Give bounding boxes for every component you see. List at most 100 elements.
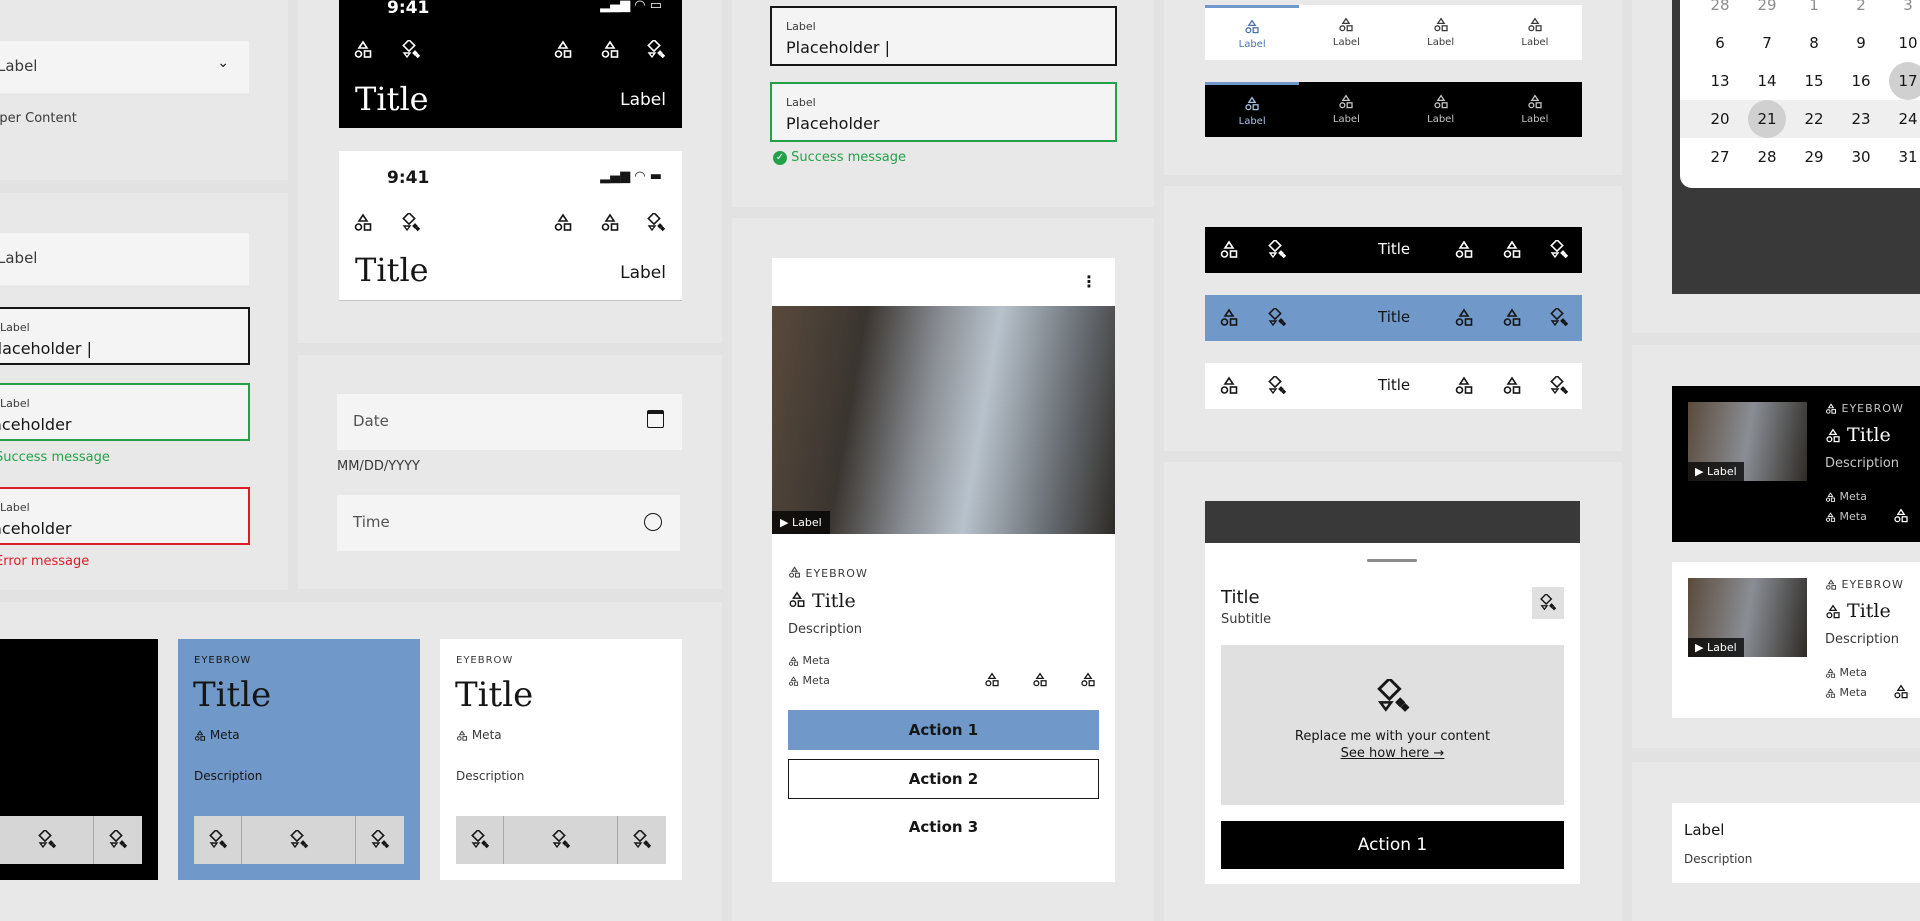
action-1-button[interactable]: Action 1 (788, 710, 1099, 750)
calendar-day[interactable]: 30 (1842, 138, 1880, 176)
shapes-icon[interactable] (353, 40, 373, 60)
list-item-light[interactable]: ▶ Label EYEBROW Title Description Meta M… (1672, 562, 1920, 718)
sheet-action-button[interactable]: Action 1 (1221, 821, 1564, 869)
white-tile[interactable]: EYEBROW Title Meta Description (440, 639, 682, 880)
calendar-day[interactable]: 2 (1842, 0, 1880, 24)
calendar-icon[interactable] (647, 410, 664, 428)
diamond-shapes-icon[interactable] (1549, 308, 1569, 328)
diamond-shapes-icon[interactable] (401, 40, 421, 60)
active-input[interactable]: Label Placeholder | (0, 307, 250, 365)
shapes-icon[interactable] (1454, 240, 1474, 260)
diamond-shapes-icon[interactable] (1549, 240, 1569, 260)
shapes-icon[interactable] (553, 40, 573, 60)
calendar-day[interactable]: 20 (1701, 100, 1739, 138)
shapes-icon[interactable] (600, 213, 620, 233)
media-label-tag[interactable]: ▶ Label (1688, 638, 1744, 657)
tile-action-3[interactable] (618, 816, 666, 864)
shapes-icon[interactable] (1219, 240, 1239, 260)
shapes-icon[interactable] (353, 213, 373, 233)
calendar-day[interactable]: 22 (1795, 100, 1833, 138)
calendar-day[interactable]: 13 (1701, 62, 1739, 100)
calendar-day[interactable]: 7 (1748, 24, 1786, 62)
calendar-day[interactable]: 27 (1701, 138, 1739, 176)
diamond-shapes-icon[interactable] (646, 213, 666, 233)
calendar-day[interactable]: 9 (1842, 24, 1880, 62)
see-how-link[interactable]: See how here → (1221, 746, 1564, 761)
shapes-icon[interactable] (1454, 308, 1474, 328)
calendar-day[interactable]: 16 (1842, 62, 1880, 100)
calendar-day[interactable]: 28 (1748, 138, 1786, 176)
shapes-icon[interactable] (1893, 508, 1909, 524)
calendar-day[interactable]: 28 (1701, 0, 1739, 24)
shapes-icon[interactable] (984, 672, 1000, 688)
media-label-tag[interactable]: ▶ Label (1688, 462, 1744, 481)
select-dropdown[interactable]: Label ⌄ (0, 41, 249, 93)
active-input[interactable]: Label Placeholder | (770, 6, 1117, 66)
blue-tile[interactable]: EYEBROW Title Meta Description (178, 639, 420, 880)
tab-item[interactable]: Label (1299, 94, 1393, 125)
tile-action-2[interactable] (504, 816, 618, 864)
calendar-day[interactable]: 6 (1701, 24, 1739, 62)
shapes-icon[interactable] (1893, 684, 1909, 700)
shapes-icon[interactable] (1219, 308, 1239, 328)
action-3-button[interactable]: Action 3 (788, 807, 1099, 847)
tab-item[interactable]: Label (1488, 17, 1582, 48)
shapes-icon[interactable] (1502, 240, 1522, 260)
calendar-day[interactable]: 24 (1889, 100, 1920, 138)
dark-tile-action-1[interactable] (0, 816, 94, 864)
tile-action-3[interactable] (356, 816, 404, 864)
calendar-day[interactable]: 3 (1889, 0, 1920, 24)
diamond-shapes-icon[interactable] (1549, 376, 1569, 396)
action-2-button[interactable]: Action 2 (788, 759, 1099, 799)
media-label-tag[interactable]: ▶ Label (772, 511, 830, 534)
plain-input[interactable]: Label (0, 233, 249, 285)
success-input[interactable]: Label Placeholder (0, 383, 250, 441)
calendar-day[interactable]: 31 (1889, 138, 1920, 176)
clock-icon[interactable] (644, 513, 662, 531)
tile-action-1[interactable] (194, 816, 242, 864)
shapes-icon[interactable] (1454, 376, 1474, 396)
diamond-shapes-icon[interactable] (401, 213, 421, 233)
calendar-day[interactable]: 21 (1748, 100, 1786, 138)
shapes-icon[interactable] (553, 213, 573, 233)
media-card[interactable]: ⋮ ▶ Label EYEBROW Title Description Meta… (772, 258, 1115, 882)
tab-item[interactable]: Label (1205, 82, 1300, 137)
sheet-icon-button[interactable] (1532, 587, 1564, 619)
calendar-day[interactable]: 1 (1795, 0, 1833, 24)
calendar-day[interactable]: 29 (1795, 138, 1833, 176)
calendar-day[interactable]: 17 (1889, 62, 1920, 100)
list-item-dark[interactable]: ▶ Label EYEBROW Title Description Meta M… (1672, 386, 1920, 542)
shapes-icon[interactable] (1032, 672, 1048, 688)
success-input[interactable]: Label Placeholder (770, 82, 1117, 142)
tile-action-1[interactable] (456, 816, 504, 864)
header-label[interactable]: Label (620, 90, 666, 110)
tab-item[interactable]: Label (1205, 5, 1300, 60)
diamond-shapes-icon[interactable] (1267, 240, 1287, 260)
shapes-icon[interactable] (1502, 376, 1522, 396)
error-input[interactable]: Label Placeholder (0, 487, 250, 545)
calendar-day[interactable]: 23 (1842, 100, 1880, 138)
calendar-day[interactable]: 8 (1795, 24, 1833, 62)
calendar-day[interactable]: 15 (1795, 62, 1833, 100)
date-input[interactable]: Date (337, 394, 682, 450)
overflow-menu-icon[interactable]: ⋮ (1081, 272, 1097, 291)
diamond-shapes-icon[interactable] (1267, 376, 1287, 396)
time-input[interactable]: Time (337, 495, 680, 551)
header-label[interactable]: Label (620, 263, 666, 283)
tab-item[interactable]: Label (1394, 94, 1488, 125)
dark-tile-action-2[interactable] (94, 816, 142, 864)
tab-item[interactable]: Label (1394, 17, 1488, 48)
tab-item[interactable]: Label (1299, 17, 1393, 48)
shapes-icon[interactable] (1502, 308, 1522, 328)
tab-item[interactable]: Label (1488, 94, 1582, 125)
tile-action-2[interactable] (242, 816, 356, 864)
shapes-icon[interactable] (600, 40, 620, 60)
calendar-day[interactable]: 10 (1889, 24, 1920, 62)
shapes-icon[interactable] (1219, 376, 1239, 396)
shapes-icon[interactable] (1080, 672, 1096, 688)
diamond-shapes-icon[interactable] (646, 40, 666, 60)
calendar-day[interactable]: 29 (1748, 0, 1786, 24)
drag-handle[interactable] (1367, 559, 1417, 562)
diamond-shapes-icon[interactable] (1267, 308, 1287, 328)
simple-list-item[interactable]: Label Description (1672, 803, 1920, 883)
